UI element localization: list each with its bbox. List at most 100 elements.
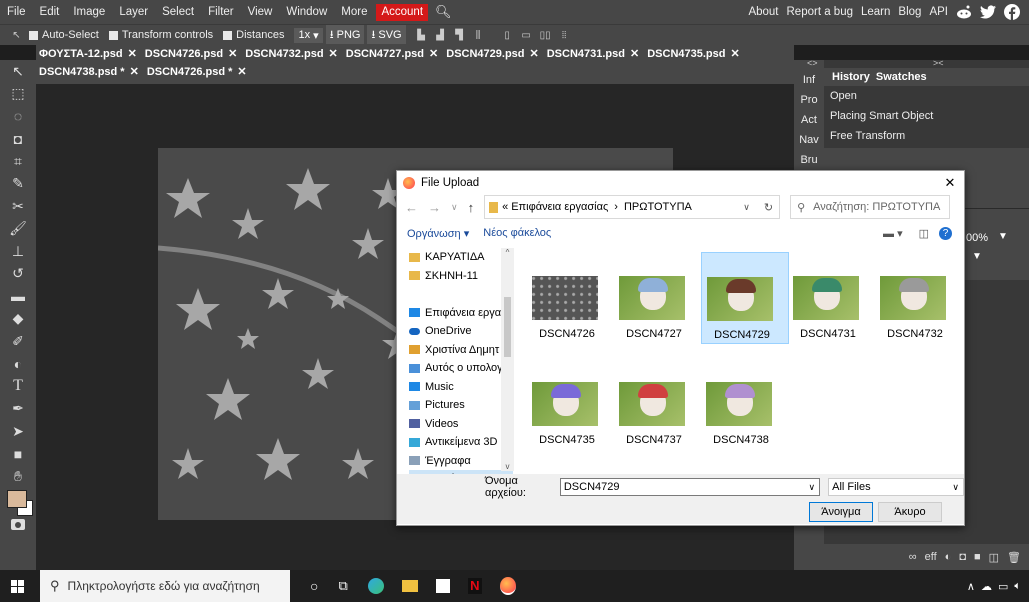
tab-document[interactable]: DSCN4732.psd ✕	[245, 47, 337, 60]
menu-file[interactable]: File	[0, 0, 33, 24]
new-folder-button[interactable]: Νέος φάκελος	[483, 227, 551, 239]
search-icon[interactable]: 🔍︎	[428, 0, 459, 24]
auto-select-checkbox[interactable]: Auto-Select	[29, 29, 99, 41]
cloud-icon[interactable]: ☁	[981, 580, 992, 593]
netflix-icon[interactable]: N	[467, 578, 482, 594]
file-thumbnail[interactable]: DSCN4729	[701, 252, 789, 344]
blur-tool-icon[interactable]: ✐	[0, 330, 36, 353]
file-thumbnail[interactable]: DSCN4731	[788, 252, 874, 342]
tree-item[interactable]: Pictures	[409, 396, 513, 415]
taskbar-search[interactable]: ⚲ Πληκτρολογήστε εδώ για αναζήτηση	[40, 570, 290, 602]
type-tool-icon[interactable]: T	[0, 375, 36, 398]
history-item[interactable]: Free Transform	[824, 126, 1029, 146]
breadcrumb-item[interactable]: ΠΡΩΤΟΤΥΠΑ	[624, 201, 692, 213]
path-select-icon[interactable]: ➤	[0, 420, 36, 443]
task-view-icon[interactable]: ⧉	[338, 578, 347, 594]
menu-learn[interactable]: Learn	[857, 0, 894, 24]
tab-document[interactable]: ΦΟΥΣΤΑ-12.psd ✕	[39, 47, 137, 60]
organize-button[interactable]: Οργάνωση ▾	[407, 227, 469, 240]
brush-panel-tab[interactable]: Bru	[794, 150, 824, 170]
reddit-icon[interactable]	[955, 3, 973, 21]
chevron-up-icon[interactable]: ∧	[967, 580, 975, 593]
menu-edit[interactable]: Edit	[33, 0, 67, 24]
menu-api[interactable]: API	[925, 0, 952, 24]
menu-image[interactable]: Image	[66, 0, 112, 24]
history-brush-icon[interactable]: ↺	[0, 263, 36, 286]
transform-controls-checkbox[interactable]: Transform controls	[108, 29, 213, 41]
tab-document[interactable]: DSCN4735.psd ✕	[647, 47, 739, 60]
chevron-down-icon[interactable]: ▼	[972, 251, 982, 262]
menu-view[interactable]: View	[241, 0, 280, 24]
mask-icon[interactable]: ◘	[959, 551, 966, 563]
close-icon[interactable]: ✕	[630, 48, 639, 60]
adjustment-icon[interactable]: ◐	[945, 551, 952, 563]
close-icon[interactable]: ✕	[128, 48, 137, 60]
scrollbar-thumb[interactable]	[504, 297, 511, 357]
move-tool-icon[interactable]: ↖	[0, 60, 36, 83]
tab-document[interactable]: DSCN4731.psd ✕	[547, 47, 639, 60]
breadcrumb-item[interactable]: Επιφάνεια εργασίας	[511, 201, 608, 213]
chevron-down-icon[interactable]: ∨	[809, 479, 816, 495]
tree-item[interactable]: ΣΚΗΝΗ-11	[409, 267, 513, 286]
tree-item[interactable]: Έγγραφα	[409, 452, 513, 471]
align-center-icon[interactable]: ▟	[434, 29, 447, 41]
file-thumbnail[interactable]: DSCN4732	[875, 252, 961, 342]
help-icon[interactable]: ?	[939, 226, 952, 240]
eyedropper-tool-icon[interactable]: ✎	[0, 173, 36, 196]
address-bar[interactable]: « Επιφάνεια εργασίας › ΠΡΩΤΟΤΥΠΑ ∨ ↻	[484, 195, 781, 219]
panel-collapse-arrows[interactable]: ><	[933, 58, 944, 68]
effects-icon[interactable]: eff	[925, 551, 937, 563]
filename-input[interactable]: DSCN4729 ∨	[559, 478, 821, 496]
tree-item[interactable]: Videos	[409, 415, 513, 434]
close-icon[interactable]: ✕	[429, 48, 438, 60]
hand-tool-icon[interactable]: ✋︎	[0, 465, 36, 488]
pen-tool-icon[interactable]: ✒	[0, 398, 36, 421]
menu-account[interactable]: Account	[376, 3, 429, 21]
file-type-select[interactable]: All Files ∨	[828, 478, 965, 496]
firefox-icon[interactable]	[499, 577, 516, 595]
quick-mask-icon[interactable]	[11, 519, 25, 530]
close-icon[interactable]: ✕	[329, 48, 338, 60]
forward-arrow-icon[interactable]: →	[428, 200, 441, 215]
close-icon[interactable]: ✕	[237, 66, 246, 78]
export-png-button[interactable]: ⭳ PNG	[325, 24, 365, 46]
fill-tool-icon[interactable]: ◆	[0, 308, 36, 331]
tree-item[interactable]: OneDrive	[409, 322, 513, 341]
close-icon[interactable]: ✕	[936, 175, 964, 191]
menu-window[interactable]: Window	[279, 0, 334, 24]
file-thumbnail[interactable]: DSCN4726	[527, 252, 613, 342]
menu-report-bug[interactable]: Report a bug	[783, 0, 858, 24]
close-icon[interactable]: ✕	[228, 48, 237, 60]
tree-item[interactable]: Αυτός ο υπολογ	[409, 359, 513, 378]
twitter-icon[interactable]	[979, 3, 997, 21]
align-top-icon[interactable]: ⫼	[472, 29, 485, 41]
edge-icon[interactable]	[367, 578, 384, 594]
shape-tool-icon[interactable]: ■	[0, 443, 36, 466]
marquee-tool-icon[interactable]: ⬚	[0, 83, 36, 106]
file-explorer-icon[interactable]	[401, 580, 418, 592]
tree-item[interactable]: Χριστίνα Δημητ	[409, 341, 513, 360]
stamp-tool-icon[interactable]: ⊥	[0, 240, 36, 263]
menu-blog[interactable]: Blog	[894, 0, 925, 24]
opacity-value[interactable]: 00%	[966, 232, 988, 244]
network-icon[interactable]: ▭	[998, 580, 1008, 593]
navigator-panel-tab[interactable]: Nav	[794, 130, 824, 150]
foreground-color-swatch[interactable]	[7, 490, 27, 508]
volume-icon[interactable]: 🔈︎	[1014, 580, 1021, 593]
distances-checkbox[interactable]: Distances	[223, 29, 284, 41]
tree-scrollbar[interactable]: ^ v	[501, 248, 514, 471]
crop-tool-icon[interactable]: ⌗	[0, 150, 36, 173]
windows-start-icon[interactable]	[0, 579, 34, 593]
history-item[interactable]: Open	[824, 86, 1029, 106]
file-thumbnail[interactable]: DSCN4735	[527, 358, 613, 448]
brush-tool-icon[interactable]: 🖌︎	[0, 218, 36, 241]
tree-item[interactable]: Αντικείμενα 3D	[409, 433, 513, 452]
eraser-tool-icon[interactable]: ▬	[0, 285, 36, 308]
open-button[interactable]: Άνοιγμα	[809, 502, 873, 522]
tab-document[interactable]: DSCN4738.psd * ✕	[39, 65, 139, 78]
quick-select-tool-icon[interactable]: ◘	[0, 128, 36, 151]
tab-history[interactable]: History	[832, 71, 870, 83]
distribute-h-icon[interactable]: ⦙⦙	[558, 29, 571, 41]
dodge-tool-icon[interactable]: ◐	[0, 353, 36, 376]
cancel-button[interactable]: Άκυρο	[878, 502, 942, 522]
